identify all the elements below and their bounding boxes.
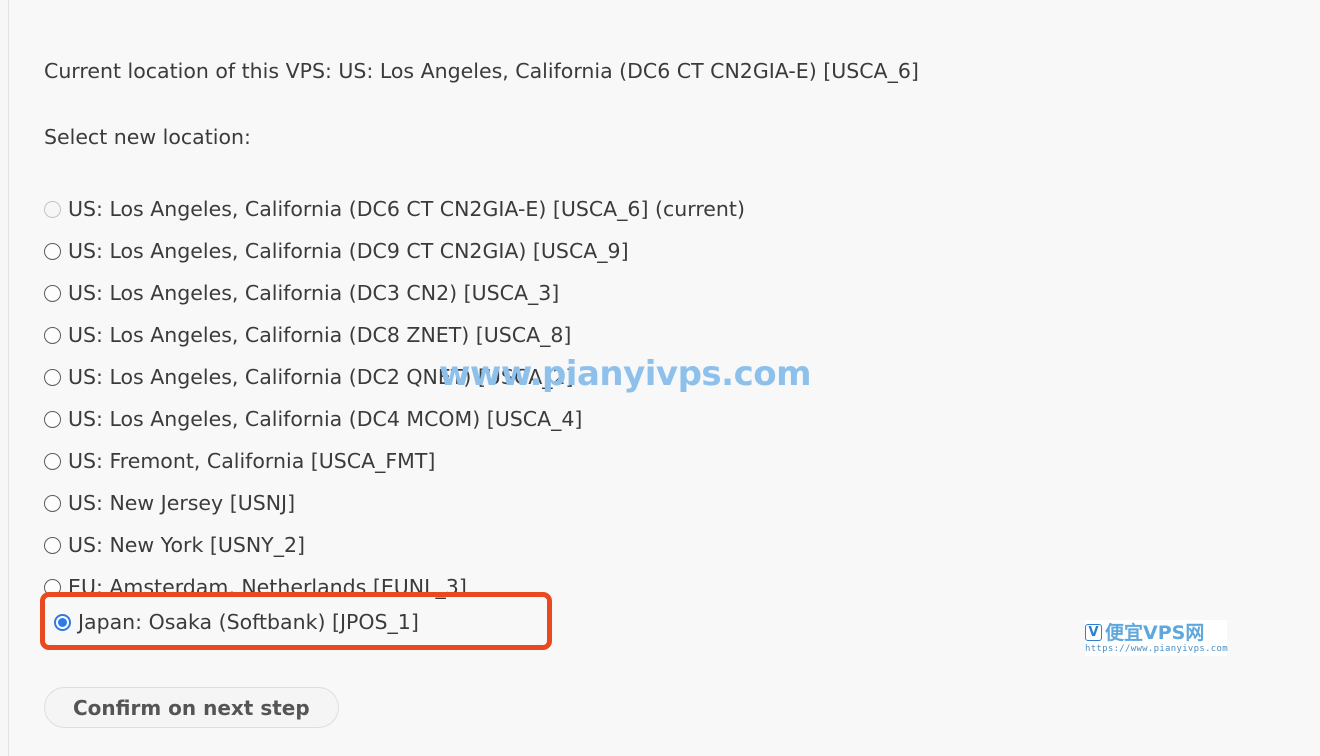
select-new-location-label: Select new location: [44,125,251,149]
selected-location-label: Japan: Osaka (Softbank) [JPOS_1] [78,610,419,634]
location-option-label: US: Los Angeles, California (DC6 CT CN2G… [68,197,745,221]
selected-location-option-row[interactable]: Japan: Osaka (Softbank) [JPOS_1] [54,608,425,636]
location-option-label: US: Los Angeles, California (DC3 CN2) [U… [68,281,560,305]
location-option-label: US: New Jersey [USNJ] [68,491,296,515]
site-logo-top: V 便宜VPS网 [1085,622,1227,644]
location-option-row[interactable]: US: Fremont, California [USCA_FMT] [44,440,1144,482]
location-option-label: EU: Amsterdam, Netherlands [EUNL_3] [68,575,467,599]
radio-button-icon[interactable] [44,326,61,344]
current-location-text: Current location of this VPS: US: Los An… [44,59,919,83]
radio-button-icon[interactable] [44,452,61,470]
radio-button-icon [44,200,61,218]
location-option-row[interactable]: US: Los Angeles, California (DC4 MCOM) [… [44,398,1144,440]
v-badge-icon: V [1085,624,1102,641]
radio-button-icon[interactable] [44,578,61,596]
location-option-label: US: Los Angeles, California (DC8 ZNET) [… [68,323,572,347]
location-option-label: US: Los Angeles, California (DC9 CT CN2G… [68,239,629,263]
location-option-row[interactable]: US: New Jersey [USNJ] [44,482,1144,524]
radio-button-icon[interactable] [44,242,61,260]
location-option-label: US: Fremont, California [USCA_FMT] [68,449,436,473]
location-option-row[interactable]: US: Los Angeles, California (DC3 CN2) [U… [44,272,1144,314]
location-option-label: US: New York [USNY_2] [68,533,305,557]
confirm-on-next-step-button[interactable]: Confirm on next step [44,687,339,728]
location-option-label: US: Los Angeles, California (DC2 QNET) [… [68,365,574,389]
page-frame: Current location of this VPS: US: Los An… [8,0,1320,756]
location-option-label: US: Los Angeles, California (DC4 MCOM) [… [68,407,583,431]
radio-button-icon[interactable] [44,536,61,554]
site-logo: V 便宜VPS网 https://www.pianyivps.com [1085,620,1228,656]
radio-button-icon[interactable] [44,410,61,428]
radio-button-icon[interactable] [54,613,71,631]
location-option-row[interactable]: US: New York [USNY_2] [44,524,1144,566]
radio-button-icon[interactable] [44,494,61,512]
location-options-list: US: Los Angeles, California (DC6 CT CN2G… [44,188,1144,608]
location-option-row[interactable]: US: Los Angeles, California (DC6 CT CN2G… [44,188,1144,230]
radio-button-icon[interactable] [44,284,61,302]
location-option-row[interactable]: US: Los Angeles, California (DC8 ZNET) [… [44,314,1144,356]
site-logo-url: https://www.pianyivps.com [1085,643,1228,654]
location-option-row[interactable]: US: Los Angeles, California (DC2 QNET) [… [44,356,1144,398]
site-logo-name: 便宜VPS网 [1105,621,1205,644]
location-option-row[interactable]: US: Los Angeles, California (DC9 CT CN2G… [44,230,1144,272]
location-option-row[interactable]: EU: Amsterdam, Netherlands [EUNL_3] [44,566,1144,608]
radio-button-icon[interactable] [44,368,61,386]
